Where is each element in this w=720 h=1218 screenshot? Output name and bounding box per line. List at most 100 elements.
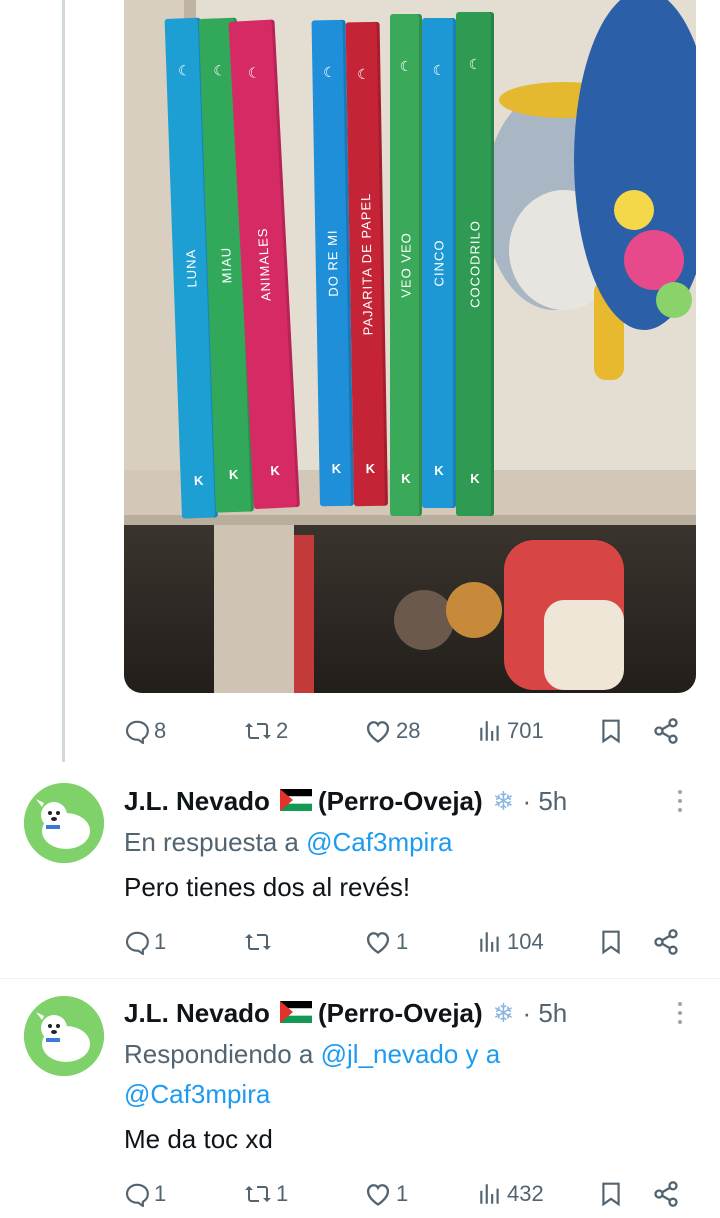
like-button[interactable]: 28 bbox=[364, 711, 420, 751]
dog-avatar-icon bbox=[24, 996, 104, 1076]
reply-text: Me da toc xd bbox=[124, 1124, 273, 1154]
book-title: COCODRILO bbox=[467, 220, 483, 308]
heart-icon bbox=[366, 721, 390, 743]
repost-icon bbox=[245, 723, 271, 739]
reply-actions: 1 1 104 bbox=[124, 922, 696, 962]
author-name[interactable]: J.L. Nevado bbox=[124, 998, 270, 1029]
share-button[interactable] bbox=[652, 922, 680, 962]
dog-avatar-icon bbox=[24, 783, 104, 863]
repost-button[interactable] bbox=[244, 922, 276, 962]
author-suffix[interactable]: (Perro-Oveja) bbox=[318, 998, 483, 1029]
reply-context-line2: @Caf3mpira bbox=[124, 1074, 270, 1114]
views-button[interactable]: 104 bbox=[477, 922, 544, 962]
repost-icon bbox=[245, 934, 271, 950]
book-spines: LUNA K ☾ MIAU K ☾ ANIMALES K ☾ DO RE MI K ☾ PAJARITA… bbox=[124, 0, 696, 693]
publisher-logo-icon: K bbox=[331, 460, 342, 477]
reply-context: En respuesta a @Caf3mpira bbox=[124, 822, 452, 862]
reply-button[interactable]: 8 bbox=[124, 711, 166, 751]
like-button[interactable]: 1 bbox=[364, 922, 408, 962]
reply-button[interactable]: 1 bbox=[124, 1174, 166, 1214]
reply-count: 1 bbox=[154, 929, 167, 954]
views-button[interactable]: 432 bbox=[477, 1174, 544, 1214]
publisher-logo-icon: K bbox=[401, 471, 411, 486]
like-count: 1 bbox=[396, 929, 409, 954]
share-button[interactable] bbox=[652, 1174, 680, 1214]
heart-icon bbox=[366, 932, 390, 954]
reply-icon bbox=[125, 1183, 149, 1207]
book-title: PAJARITA DE PAPEL bbox=[358, 192, 376, 336]
views-count: 432 bbox=[507, 1181, 544, 1206]
bookmark-icon bbox=[602, 719, 620, 744]
avatar[interactable] bbox=[24, 996, 104, 1076]
repost-count: 2 bbox=[276, 718, 289, 743]
timestamp[interactable]: · 5h bbox=[522, 786, 567, 817]
bookmark-button[interactable] bbox=[598, 1174, 624, 1214]
like-count: 1 bbox=[396, 1181, 409, 1206]
context-handle[interactable]: @jl_nevado y a bbox=[321, 1039, 501, 1069]
repost-button[interactable]: 1 bbox=[244, 1174, 288, 1214]
moon-logo-icon: ☾ bbox=[357, 65, 370, 83]
palestine-flag-icon bbox=[279, 789, 312, 811]
like-button[interactable]: 1 bbox=[364, 1174, 408, 1214]
moon-logo-icon: ☾ bbox=[323, 63, 336, 81]
views-icon bbox=[480, 1184, 499, 1204]
tweet-actions: 8 2 28 701 bbox=[124, 711, 696, 751]
timestamp[interactable]: · 5h bbox=[522, 998, 567, 1029]
views-button[interactable]: 701 bbox=[477, 711, 544, 751]
bookmark-button[interactable] bbox=[598, 922, 624, 962]
context-handle-2[interactable]: @Caf3mpira bbox=[124, 1079, 270, 1109]
moon-logo-icon: ☾ bbox=[247, 64, 261, 81]
publisher-logo-icon: K bbox=[269, 462, 281, 479]
reply-header: J.L. Nevado (Perro-Oveja) ❄ · 5h bbox=[124, 993, 567, 1033]
publisher-logo-icon: K bbox=[365, 460, 376, 477]
reply-count: 1 bbox=[154, 1181, 167, 1206]
bookmark-button[interactable] bbox=[598, 711, 624, 751]
repost-count: 1 bbox=[276, 1181, 289, 1206]
publisher-logo-icon: K bbox=[228, 466, 239, 483]
avatar[interactable] bbox=[24, 783, 104, 863]
moon-logo-icon: ☾ bbox=[432, 62, 446, 78]
repost-button[interactable]: 2 bbox=[244, 711, 288, 751]
reply-header: J.L. Nevado (Perro-Oveja) ❄ · 5h bbox=[124, 781, 567, 821]
reply-icon bbox=[125, 720, 149, 744]
thread-line bbox=[62, 0, 65, 762]
repost-icon bbox=[245, 1186, 271, 1202]
tweet-photo[interactable]: LUNA K ☾ MIAU K ☾ ANIMALES K ☾ DO RE MI K ☾ PAJARITA… bbox=[124, 0, 696, 693]
publisher-logo-icon: K bbox=[434, 463, 444, 478]
reply-actions: 1 1 1 432 bbox=[124, 1174, 696, 1214]
book-spine: CINCO K ☾ bbox=[422, 18, 456, 508]
share-icon bbox=[654, 929, 678, 955]
moon-logo-icon: ☾ bbox=[177, 62, 191, 79]
context-handle[interactable]: @Caf3mpira bbox=[306, 827, 452, 857]
book-spine: VEO VEO K ☾ bbox=[390, 14, 422, 516]
moon-logo-icon: ☾ bbox=[468, 56, 482, 72]
more-options-icon[interactable] bbox=[670, 781, 690, 821]
share-button[interactable] bbox=[652, 711, 680, 751]
moon-logo-icon: ☾ bbox=[399, 58, 413, 74]
palestine-flag-icon bbox=[279, 1001, 312, 1023]
reply-context: Respondiendo a @jl_nevado y a bbox=[124, 1034, 500, 1074]
context-prefix: En respuesta a bbox=[124, 827, 299, 857]
book-spine: PAJARITA DE PAPEL K ☾ bbox=[345, 21, 388, 507]
book-title: ANIMALES bbox=[254, 227, 274, 302]
author-suffix[interactable]: (Perro-Oveja) bbox=[318, 786, 483, 817]
reply-icon bbox=[125, 931, 149, 955]
snowflake-icon: ❄ bbox=[492, 785, 515, 816]
bookmark-icon bbox=[602, 1182, 620, 1207]
publisher-logo-icon: K bbox=[193, 472, 204, 489]
snowflake-icon: ❄ bbox=[492, 997, 515, 1028]
more-options-icon[interactable] bbox=[670, 993, 690, 1033]
publisher-logo-icon: K bbox=[470, 471, 480, 486]
divider bbox=[0, 978, 720, 979]
context-prefix: Respondiendo a bbox=[124, 1039, 314, 1069]
reply-button[interactable]: 1 bbox=[124, 922, 166, 962]
share-icon bbox=[654, 718, 678, 744]
author-name[interactable]: J.L. Nevado bbox=[124, 786, 270, 817]
like-count: 28 bbox=[396, 718, 421, 743]
share-icon bbox=[654, 1181, 678, 1207]
book-title: CINCO bbox=[431, 239, 447, 287]
reply-count: 8 bbox=[154, 718, 167, 743]
book-title: MIAU bbox=[218, 246, 235, 284]
book-spine: COCODRILO K ☾ bbox=[456, 12, 494, 516]
book-title: LUNA bbox=[183, 248, 200, 288]
